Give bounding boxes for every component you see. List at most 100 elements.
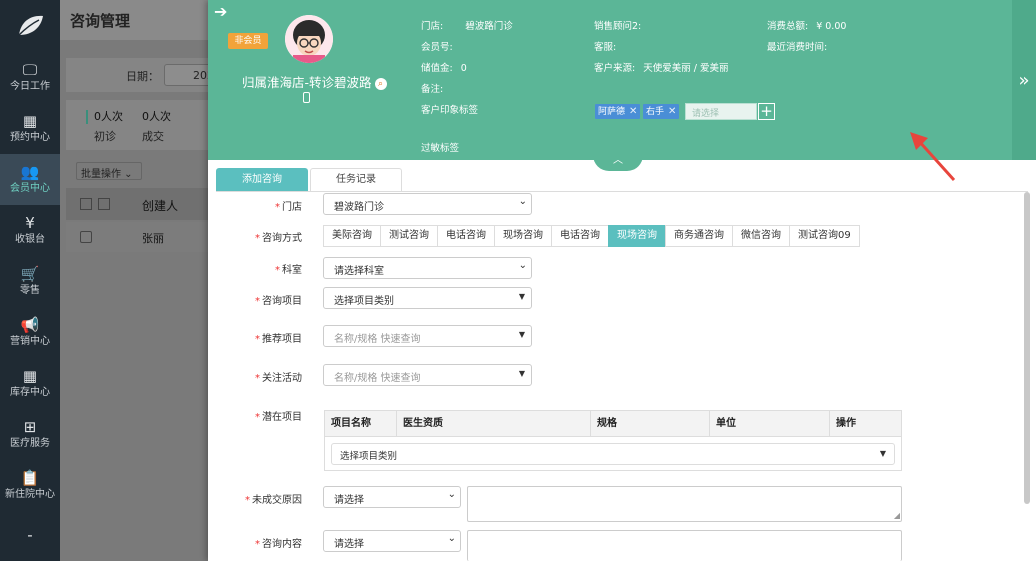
consult-method-option[interactable]: 现场咨询: [608, 225, 666, 247]
sidebar-item-medkit[interactable]: ⊞ 医疗服务: [0, 409, 60, 460]
project-select[interactable]: 选择项目类别 ▼: [323, 287, 532, 309]
column-toggle-checkbox[interactable]: [98, 198, 110, 210]
consult-method-option[interactable]: 电话咨询: [551, 225, 609, 247]
more-icon: -: [27, 526, 33, 544]
consult-method-option[interactable]: 测试咨询: [380, 225, 438, 247]
stat-deal-label: 成交: [142, 130, 164, 143]
consult-method-option[interactable]: 现场咨询: [494, 225, 552, 247]
info-store-value: 碧波路门诊: [465, 21, 513, 32]
recommend-field-label: * 推荐项目: [255, 334, 302, 345]
dept-select-value: 请选择科室: [334, 266, 384, 277]
col-doctor-qualification: 医生资质: [397, 411, 591, 436]
info-source-value: 天使爱美丽 / 爱美丽: [643, 63, 729, 74]
sidebar-item-label: 营销中心: [10, 336, 50, 347]
caret-down-icon: ▼: [518, 330, 525, 339]
potential-project-table: 项目名称 医生资质 规格 单位 操作 选择项目类别 ▼: [324, 410, 902, 471]
cartoon-avatar-icon: [285, 15, 333, 63]
tab-task-records[interactable]: 任务记录: [310, 168, 402, 191]
tab-add-consultation[interactable]: 添加咨询: [216, 168, 308, 191]
content-textarea[interactable]: [467, 530, 902, 561]
reason-select[interactable]: 请选择 ⌄: [323, 486, 461, 508]
potential-select-value: 选择项目类别: [340, 451, 398, 462]
date-filter: 日期： 2021: [66, 58, 224, 92]
sidebar-item-monitor[interactable]: 🖵 今日工作: [0, 52, 60, 103]
sidebar-item-users[interactable]: 👥 会员中心: [0, 154, 60, 205]
reason-select-value: 请选择: [334, 495, 364, 506]
location-icon[interactable]: ⌕: [374, 78, 387, 90]
store-select-value: 碧波路门诊: [334, 202, 384, 213]
content-select[interactable]: 请选择 ⌄: [323, 530, 461, 552]
form-scrollbar[interactable]: [1024, 192, 1030, 504]
row-checkbox[interactable]: [80, 231, 92, 243]
consult-method-option[interactable]: 微信咨询: [732, 225, 790, 247]
allergy-tag-label: 过敏标签: [421, 143, 460, 154]
info-last-time-label: 最近消费时间:: [767, 42, 828, 53]
tab-divider: [216, 191, 1028, 192]
resize-grip-icon[interactable]: ◢: [894, 511, 900, 520]
back-arrow-icon[interactable]: ➔: [214, 2, 227, 21]
consult-method-option[interactable]: 商务通咨询: [665, 225, 733, 247]
sidebar-item-clipboard[interactable]: 📋 新住院中心: [0, 460, 60, 511]
chevron-down-icon: ⌄: [518, 196, 527, 207]
batch-operation-button[interactable]: 批量操作 ⌄: [76, 162, 142, 180]
sidebar-item-yen[interactable]: ¥ 收银台: [0, 205, 60, 256]
table-row[interactable]: 张丽: [66, 222, 214, 252]
recommend-placeholder: 名称/规格 快速查询: [334, 334, 421, 345]
double-chevron-right-icon: »: [1018, 69, 1030, 91]
info-store-label: 门店:: [421, 21, 444, 32]
col-unit: 单位: [710, 411, 830, 436]
impression-tag-label: 客户印象标签: [421, 105, 479, 116]
sidebar-item-megaphone[interactable]: 📢 营销中心: [0, 307, 60, 358]
expand-panel-button[interactable]: »: [1012, 0, 1036, 160]
sidebar-item-label: 新住院中心: [5, 489, 55, 500]
sidebar-item-cart[interactable]: 🛒 零售: [0, 256, 60, 307]
chevron-up-icon: ︿: [613, 155, 623, 166]
consult-method-option[interactable]: 电话咨询: [437, 225, 495, 247]
info-balance: 储值金: 0: [421, 60, 467, 74]
consult-method-option[interactable]: 美际咨询: [323, 225, 381, 247]
info-store: 门店: 碧波路门诊: [421, 18, 513, 32]
sidebar-item-grid[interactable]: ▦ 库存中心: [0, 358, 60, 409]
table-header: 创建人: [66, 188, 214, 220]
project-field-label: * 咨询项目: [255, 296, 302, 307]
sidebar-item-label: 收银台: [15, 234, 45, 245]
content-field-label: * 咨询内容: [255, 539, 302, 550]
chevron-down-icon: ⌄: [447, 489, 456, 500]
select-all-checkbox[interactable]: [80, 198, 92, 210]
app-logo[interactable]: [0, 0, 60, 52]
consult-method-option[interactable]: 测试咨询09: [789, 225, 860, 247]
activity-placeholder: 名称/规格 快速查询: [334, 373, 421, 384]
dept-field-label: * 科室: [275, 265, 302, 276]
reason-textarea[interactable]: ◢: [467, 486, 902, 522]
yen-icon: ¥: [25, 214, 35, 232]
annotation-arrow-icon: [910, 132, 956, 182]
collapse-header-button[interactable]: ︿: [593, 155, 643, 171]
stat-deal-count: 0人次: [142, 110, 171, 123]
tag-select-input[interactable]: 请选择: [685, 103, 757, 120]
potential-project-select[interactable]: 选择项目类别 ▼: [331, 443, 895, 465]
tag-remove-icon[interactable]: ✕: [668, 106, 676, 117]
stat-first-visit-label: 初诊: [94, 130, 116, 143]
activity-select[interactable]: 名称/规格 快速查询 ▼: [323, 364, 532, 386]
col-creator: 创建人: [142, 199, 179, 213]
caret-down-icon: ▼: [518, 369, 525, 378]
member-status-badge: 非会员: [228, 33, 268, 49]
phone-icon[interactable]: [303, 92, 310, 103]
reason-field-label: * 未成交原因: [245, 495, 302, 506]
tag-remove-icon[interactable]: ✕: [629, 106, 637, 117]
info-balance-value: 0: [460, 63, 467, 74]
recommend-select[interactable]: 名称/规格 快速查询 ▼: [323, 325, 532, 347]
megaphone-icon: 📢: [20, 316, 40, 334]
potential-field-label: * 潜在项目: [255, 412, 302, 423]
info-total-label: 消费总额:: [767, 21, 809, 32]
impression-tag: 右手 ✕: [643, 104, 680, 119]
consult-method-group: 美际咨询 测试咨询 电话咨询 现场咨询 电话咨询 现场咨询 商务通咨询 微信咨询 测试咨询09: [323, 225, 860, 247]
consultation-drawer: ➔ 非会员 归属淮海店-转诊碧波路 ⌕ 门店: 碧波路门诊 会员号: 储值金: 0: [208, 0, 1036, 561]
info-source: 客户来源: 天使爱美丽 / 爱美丽: [594, 60, 728, 74]
method-field-label: * 咨询方式: [255, 233, 302, 244]
dept-select[interactable]: 请选择科室 ⌄: [323, 257, 532, 279]
sidebar-item-more[interactable]: -: [0, 511, 60, 561]
store-select[interactable]: 碧波路门诊 ⌄: [323, 193, 532, 215]
sidebar-item-calendar[interactable]: ▦ 预约中心: [0, 103, 60, 154]
add-tag-button[interactable]: +: [758, 103, 775, 120]
